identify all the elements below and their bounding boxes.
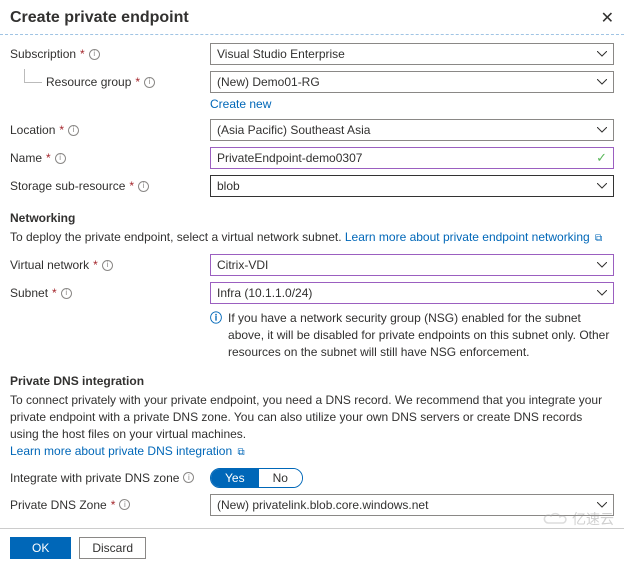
discard-button[interactable]: Discard xyxy=(79,537,146,559)
networking-desc-text: To deploy the private endpoint, select a… xyxy=(10,230,345,244)
label-subnet: Subnet xyxy=(10,286,48,300)
nsg-note-text: If you have a network security group (NS… xyxy=(228,310,614,360)
required-icon: * xyxy=(59,123,64,137)
subnet-select[interactable]: Infra (10.1.1.0/24) xyxy=(210,282,614,304)
required-icon: * xyxy=(52,286,57,300)
toggle-no[interactable]: No xyxy=(259,469,302,487)
label-resource-group: Resource group xyxy=(46,75,131,89)
vnet-select[interactable]: Citrix-VDI xyxy=(210,254,614,276)
name-value: PrivateEndpoint-demo0307 xyxy=(217,151,362,165)
external-link-icon: ⧉ xyxy=(237,447,244,458)
create-new-link[interactable]: Create new xyxy=(210,97,271,111)
subnet-value: Infra (10.1.1.0/24) xyxy=(217,286,312,300)
field-integrate-dns: Integrate with private DNS zone i Yes No xyxy=(10,468,614,488)
label-private-dns-zone: Private DNS Zone xyxy=(10,498,107,512)
label-integrate-dns: Integrate with private DNS zone xyxy=(10,471,179,485)
field-vnet: Virtual network * i Citrix-VDI xyxy=(10,254,614,276)
label-storage-sub: Storage sub-resource xyxy=(10,179,125,193)
subscription-select[interactable]: Visual Studio Enterprise xyxy=(210,43,614,65)
info-icon[interactable]: i xyxy=(55,153,66,164)
networking-desc: To deploy the private endpoint, select a… xyxy=(10,229,614,246)
ok-button[interactable]: OK xyxy=(10,537,71,559)
location-value: (Asia Pacific) Southeast Asia xyxy=(217,123,370,137)
info-icon[interactable]: i xyxy=(183,472,194,483)
toggle-yes[interactable]: Yes xyxy=(211,469,259,487)
chevron-down-icon xyxy=(597,502,607,508)
location-select[interactable]: (Asia Pacific) Southeast Asia xyxy=(210,119,614,141)
page-title: Create private endpoint xyxy=(10,9,189,27)
section-networking: Networking xyxy=(10,211,614,225)
dns-desc: To connect privately with your private e… xyxy=(10,392,614,459)
name-input[interactable]: PrivateEndpoint-demo0307 ✓ xyxy=(210,147,614,169)
external-link-icon: ⧉ xyxy=(595,233,602,244)
dns-desc-text: To connect privately with your private e… xyxy=(10,393,602,441)
field-subnet: Subnet * i Infra (10.1.1.0/24) xyxy=(10,282,614,304)
chevron-down-icon xyxy=(597,127,607,133)
info-icon[interactable]: i xyxy=(119,499,130,510)
storage-sub-select[interactable]: blob xyxy=(210,175,614,197)
resource-group-select[interactable]: (New) Demo01-RG xyxy=(210,71,614,93)
field-private-dns-zone: Private DNS Zone * i (New) privatelink.b… xyxy=(10,494,614,516)
label-location: Location xyxy=(10,123,55,137)
watermark-text: 亿速云 xyxy=(572,509,614,529)
resource-group-value: (New) Demo01-RG xyxy=(217,75,320,89)
cloud-icon xyxy=(542,511,568,527)
info-icon[interactable]: i xyxy=(102,260,113,271)
required-icon: * xyxy=(129,179,134,193)
integrate-dns-toggle[interactable]: Yes No xyxy=(210,468,303,488)
storage-sub-value: blob xyxy=(217,179,240,193)
chevron-down-icon xyxy=(597,51,607,57)
required-icon: * xyxy=(93,258,98,272)
private-dns-zone-value: (New) privatelink.blob.core.windows.net xyxy=(217,498,428,512)
divider xyxy=(0,34,624,35)
label-subscription: Subscription xyxy=(10,47,76,61)
info-icon[interactable]: i xyxy=(89,49,100,60)
field-subscription: Subscription * i Visual Studio Enterpris… xyxy=(10,43,614,65)
learn-dns-text: Learn more about private DNS integration xyxy=(10,444,232,458)
required-icon: * xyxy=(46,151,51,165)
info-icon[interactable]: i xyxy=(144,77,155,88)
info-blue-icon: ⓘ xyxy=(210,310,222,360)
section-dns: Private DNS integration xyxy=(10,374,614,388)
label-vnet: Virtual network xyxy=(10,258,89,272)
info-icon[interactable]: i xyxy=(138,181,149,192)
chevron-down-icon xyxy=(597,183,607,189)
chevron-down-icon xyxy=(597,262,607,268)
chevron-down-icon xyxy=(597,79,607,85)
info-icon[interactable]: i xyxy=(68,125,79,136)
learn-dns-link[interactable]: Learn more about private DNS integration… xyxy=(10,444,245,458)
learn-networking-text: Learn more about private endpoint networ… xyxy=(345,230,590,244)
learn-networking-link[interactable]: Learn more about private endpoint networ… xyxy=(345,230,602,244)
check-icon: ✓ xyxy=(596,150,607,166)
required-icon: * xyxy=(80,47,85,61)
vnet-value: Citrix-VDI xyxy=(217,258,268,272)
info-icon[interactable]: i xyxy=(61,288,72,299)
field-storage-sub: Storage sub-resource * i blob xyxy=(10,175,614,197)
subscription-value: Visual Studio Enterprise xyxy=(217,47,345,61)
required-icon: * xyxy=(111,498,116,512)
divider xyxy=(0,528,624,529)
field-location: Location * i (Asia Pacific) Southeast As… xyxy=(10,119,614,141)
label-name: Name xyxy=(10,151,42,165)
field-name: Name * i PrivateEndpoint-demo0307 ✓ xyxy=(10,147,614,169)
required-icon: * xyxy=(135,75,140,89)
close-icon[interactable]: ✕ xyxy=(601,8,614,28)
chevron-down-icon xyxy=(597,290,607,296)
watermark: 亿速云 xyxy=(542,509,614,529)
field-resource-group: Resource group * i (New) Demo01-RG xyxy=(10,71,614,93)
nsg-note: ⓘ If you have a network security group (… xyxy=(210,310,614,360)
